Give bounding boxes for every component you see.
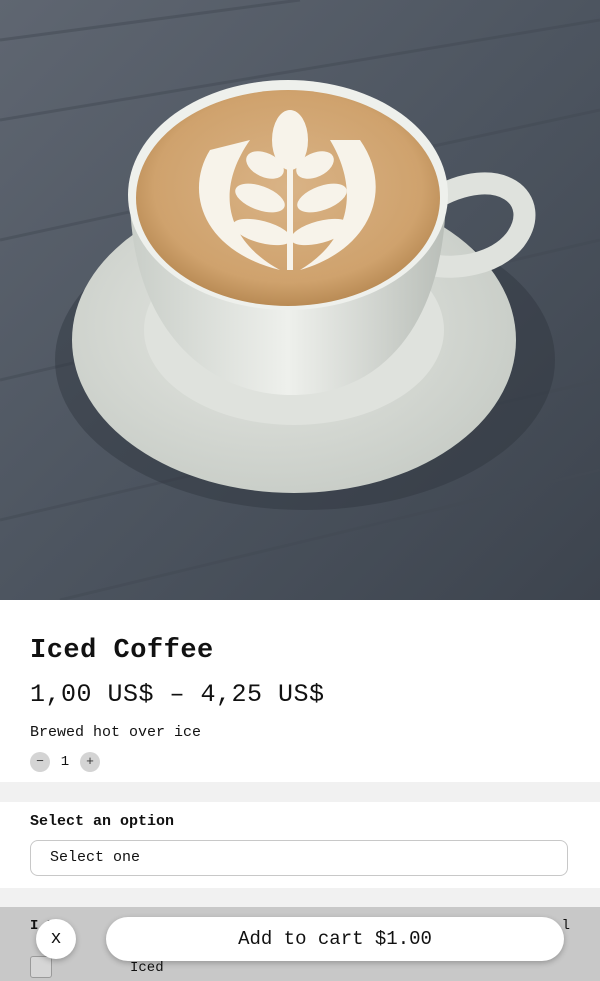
- option-label: Select an option: [30, 813, 175, 830]
- option-section: Select an option Select one: [0, 802, 600, 888]
- decrease-quantity-button[interactable]: −: [30, 752, 50, 772]
- product-details: Iced Coffee 1,00 US$ – 4,25 US$ Brewed h…: [0, 600, 600, 782]
- product-image: [0, 0, 600, 600]
- product-price: 1,00 US$ – 4,25 US$: [30, 680, 325, 709]
- close-button[interactable]: x: [36, 919, 76, 959]
- section-divider: [0, 782, 600, 802]
- product-title: Iced Coffee: [30, 636, 214, 666]
- quantity-value: 1: [60, 754, 70, 770]
- quantity-stepper: − 1 +: [30, 752, 100, 772]
- option-select[interactable]: Select one: [30, 840, 568, 876]
- increase-quantity-button[interactable]: +: [80, 752, 100, 772]
- addon-label-iced: Iced: [130, 960, 164, 976]
- addon-checkbox-iced[interactable]: [30, 956, 52, 978]
- add-to-cart-button[interactable]: Add to cart $1.00: [106, 917, 564, 961]
- product-description: Brewed hot over ice: [30, 724, 202, 741]
- section-divider: [0, 888, 600, 907]
- coffee-cup-photo: [0, 0, 600, 600]
